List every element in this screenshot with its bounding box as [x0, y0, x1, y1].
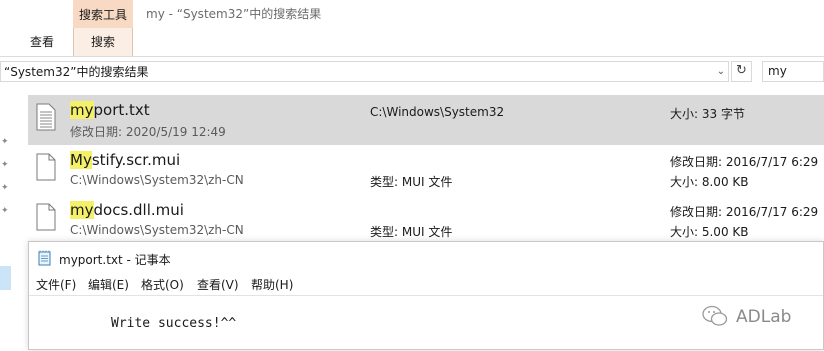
file-name-rest: port.txt	[93, 101, 150, 119]
ribbon: 搜索工具 搜索 my - “System32”中的搜索结果 查看	[0, 0, 824, 56]
file-location: C:\Windows\System32\zh-CN	[70, 173, 244, 187]
search-tools-context-tab[interactable]: 搜索工具	[73, 0, 133, 28]
watermark-text: ADLab	[736, 307, 792, 327]
file-row-myport[interactable]: myport.txt 修改日期: 2020/5/19 12:49 C:\Wind…	[28, 95, 824, 145]
menu-format[interactable]: 格式(O)	[141, 276, 184, 293]
file-icon	[36, 153, 56, 181]
file-size: 大小: 5.00 KB	[670, 225, 749, 239]
file-location: C:\Windows\System32	[370, 105, 505, 119]
file-name[interactable]: myport.txt	[70, 101, 150, 119]
pin-icon[interactable]: ✦	[1, 183, 9, 193]
window-title: my - “System32”中的搜索结果	[146, 7, 322, 21]
file-name[interactable]: mydocs.dll.mui	[70, 201, 184, 219]
notepad-icon	[38, 250, 51, 266]
match-highlight: my	[70, 101, 94, 119]
file-name-rest: docs.dll.mui	[93, 201, 184, 219]
ribbon-divider	[0, 56, 824, 57]
file-size: 大小: 8.00 KB	[670, 175, 749, 189]
tab-search-label: 搜索	[90, 35, 115, 49]
file-location: C:\Windows\System32\zh-CN	[70, 223, 244, 237]
nav-selected-item[interactable]	[0, 266, 11, 290]
search-value: my	[768, 64, 787, 78]
text-file-icon	[36, 103, 56, 131]
file-type: 类型: MUI 文件	[370, 225, 453, 239]
menu-view[interactable]: 查看(V)	[197, 276, 239, 293]
refresh-icon[interactable]: ↻	[731, 61, 752, 82]
wechat-icon	[702, 305, 728, 326]
notepad-title: myport.txt - 记事本	[59, 253, 171, 267]
file-modified: 修改日期: 2016/7/17 6:29	[670, 205, 819, 219]
menu-edit[interactable]: 编辑(E)	[88, 276, 129, 293]
pin-icon[interactable]: ✦	[1, 160, 9, 170]
match-highlight: my	[70, 201, 94, 219]
menu-help[interactable]: 帮助(H)	[251, 276, 293, 293]
search-input[interactable]: my	[762, 61, 824, 82]
file-icon	[36, 203, 56, 231]
address-bar[interactable]: “System32”中的搜索结果	[0, 61, 729, 82]
notepad-menubar: 文件(F) 编辑(E) 格式(O) 查看(V) 帮助(H)	[29, 273, 823, 295]
search-tools-label: 搜索工具	[78, 8, 127, 22]
editor-text[interactable]: Write success!^^	[111, 316, 236, 331]
chevron-down-icon[interactable]: ⌄	[714, 61, 728, 82]
file-type: 类型: MUI 文件	[370, 175, 453, 189]
address-path: “System32”中的搜索结果	[4, 65, 149, 79]
file-modified: 修改日期: 2016/7/17 6:29	[670, 155, 819, 169]
pin-icon[interactable]: ✦	[1, 206, 9, 216]
file-name-rest: stify.scr.mui	[91, 151, 181, 169]
file-modified: 修改日期: 2020/5/19 12:49	[70, 125, 226, 139]
menu-file[interactable]: 文件(F)	[36, 276, 76, 293]
tab-view[interactable]: 查看	[30, 33, 54, 50]
file-row-mystify[interactable]: Mystify.scr.mui C:\Windows\System32\zh-C…	[28, 145, 824, 195]
navigation-pane: ✦ ✦ ✦ ✦	[0, 92, 12, 252]
file-size: 大小: 33 字节	[670, 107, 745, 121]
pin-icon[interactable]: ✦	[1, 137, 9, 147]
file-row-mydocs[interactable]: mydocs.dll.mui C:\Windows\System32\zh-CN…	[28, 195, 824, 245]
notepad-window[interactable]: myport.txt - 记事本 文件(F) 编辑(E) 格式(O) 查看(V)…	[28, 241, 824, 350]
tab-search[interactable]: 搜索	[73, 28, 133, 56]
file-name[interactable]: Mystify.scr.mui	[70, 151, 180, 169]
match-highlight: My	[70, 151, 92, 169]
